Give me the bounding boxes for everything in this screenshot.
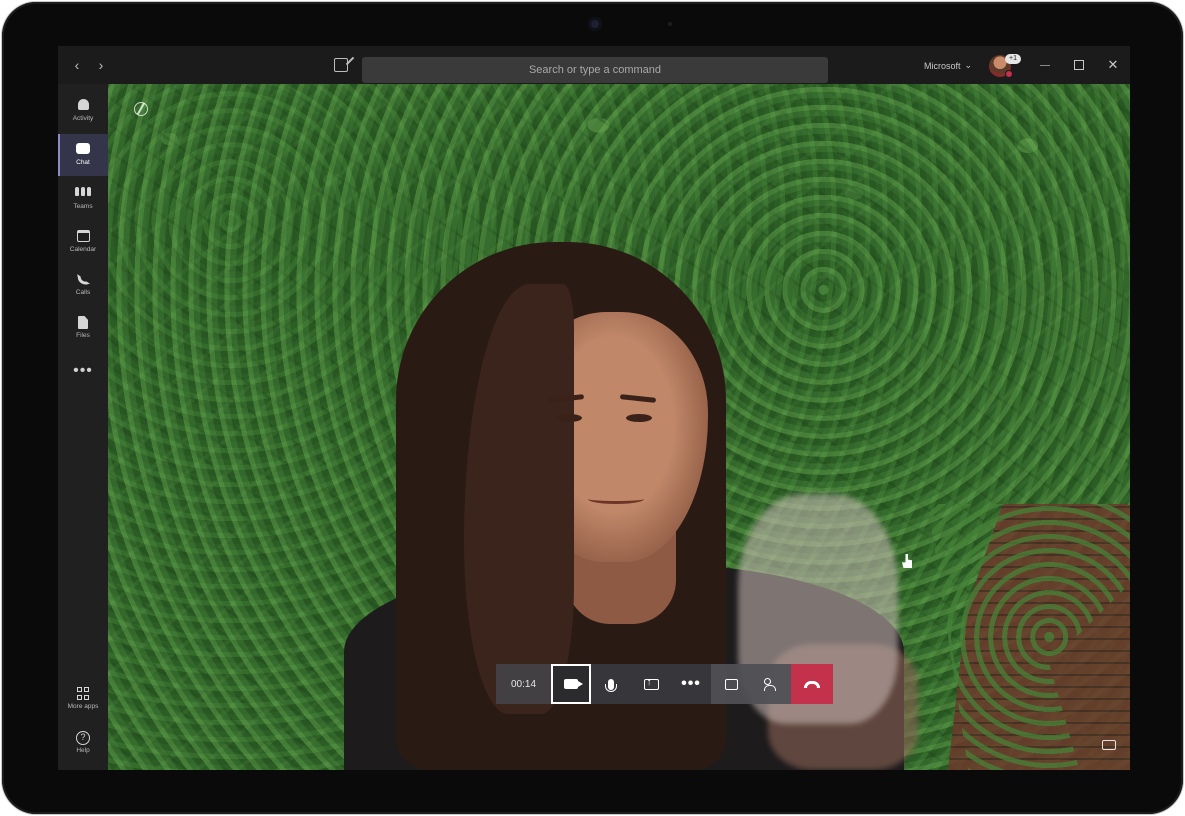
maximize-icon — [1074, 60, 1084, 70]
minimize-button[interactable] — [1035, 56, 1055, 74]
search-input[interactable]: Search or type a command — [362, 57, 828, 83]
rail-label: Files — [76, 332, 90, 339]
hang-up-icon — [804, 680, 820, 688]
rail-label: Help — [76, 747, 90, 754]
chevron-right-icon[interactable]: › — [92, 56, 110, 74]
apps-icon — [75, 687, 91, 701]
more-icon: ••• — [73, 362, 93, 379]
mic-toggle-button[interactable] — [591, 664, 631, 704]
participant-eye — [556, 414, 582, 422]
camera-toggle-button[interactable] — [551, 664, 591, 704]
rail-item-calls[interactable]: Calls — [58, 264, 108, 306]
calendar-icon — [75, 230, 91, 244]
microphone-icon — [605, 678, 617, 692]
video-feed: 00:14 ••• — [108, 84, 1130, 770]
teams-window: ‹ › Search or type a command Microsoft ⌄… — [58, 46, 1130, 770]
bell-icon — [75, 99, 91, 113]
call-controls: 00:14 ••• — [496, 664, 836, 704]
compose-icon[interactable] — [334, 58, 348, 72]
presence-busy-icon — [1005, 70, 1013, 78]
share-screen-icon — [643, 677, 659, 690]
org-switcher[interactable]: Microsoft ⌄ — [924, 60, 972, 71]
rail-item-more-apps[interactable]: More apps — [58, 678, 108, 720]
background-effects-icon[interactable] — [134, 102, 148, 116]
chat-icon — [75, 143, 91, 157]
phone-icon — [75, 272, 91, 287]
rail-item-help[interactable]: ? Help — [58, 722, 108, 764]
close-icon: ✕ — [1107, 57, 1119, 72]
device-settings-icon[interactable] — [1102, 740, 1116, 750]
help-icon: ? — [75, 731, 91, 745]
chat-bubble-icon — [724, 678, 738, 690]
hang-up-button[interactable] — [791, 664, 833, 704]
video-camera-icon — [564, 679, 583, 689]
call-timer: 00:14 — [496, 664, 551, 704]
chevron-down-icon: ⌄ — [964, 60, 973, 70]
rail-item-calendar[interactable]: Calendar — [58, 221, 108, 263]
front-camera — [588, 17, 602, 31]
rail-item-teams[interactable]: Teams — [58, 178, 108, 220]
rail-label: Teams — [73, 203, 93, 210]
rail-item-files[interactable]: Files — [58, 307, 108, 349]
minimize-icon — [1040, 65, 1050, 66]
app-rail: Activity Chat Teams Calendar Calls Files — [58, 84, 108, 770]
rail-label: Calls — [75, 289, 91, 296]
teams-icon — [75, 187, 91, 201]
search-placeholder: Search or type a command — [528, 64, 662, 76]
rail-label: Calendar — [69, 246, 97, 253]
share-screen-button[interactable] — [631, 664, 671, 704]
rail-item-chat[interactable]: Chat — [58, 134, 108, 176]
title-bar: ‹ › Search or type a command Microsoft ⌄… — [58, 46, 1130, 84]
more-options-button[interactable]: ••• — [671, 664, 711, 704]
more-rail-button[interactable]: ••• — [58, 350, 108, 392]
history-nav: ‹ › — [68, 56, 114, 74]
file-icon — [75, 316, 91, 330]
participants-icon — [764, 678, 778, 691]
chevron-left-icon[interactable]: ‹ — [68, 56, 86, 74]
rail-label: Activity — [72, 115, 94, 122]
rail-label: More apps — [67, 703, 99, 710]
ambient-sensor — [668, 22, 672, 26]
show-chat-button[interactable] — [711, 664, 751, 704]
participants-button[interactable] — [751, 664, 791, 704]
rail-item-activity[interactable]: Activity — [58, 90, 108, 132]
call-panel-controls — [711, 664, 791, 704]
more-options-icon: ••• — [681, 675, 701, 692]
participant-mouth — [588, 494, 644, 504]
avatar-badge: +1 — [1005, 54, 1021, 64]
rail-label: Chat — [76, 159, 90, 166]
org-name: Microsoft — [924, 60, 961, 71]
close-button[interactable]: ✕ — [1103, 56, 1123, 74]
call-media-controls: ••• — [551, 664, 711, 704]
tablet-frame: ‹ › Search or type a command Microsoft ⌄… — [2, 2, 1183, 814]
participant-eye — [626, 414, 652, 422]
maximize-button[interactable] — [1069, 56, 1089, 74]
